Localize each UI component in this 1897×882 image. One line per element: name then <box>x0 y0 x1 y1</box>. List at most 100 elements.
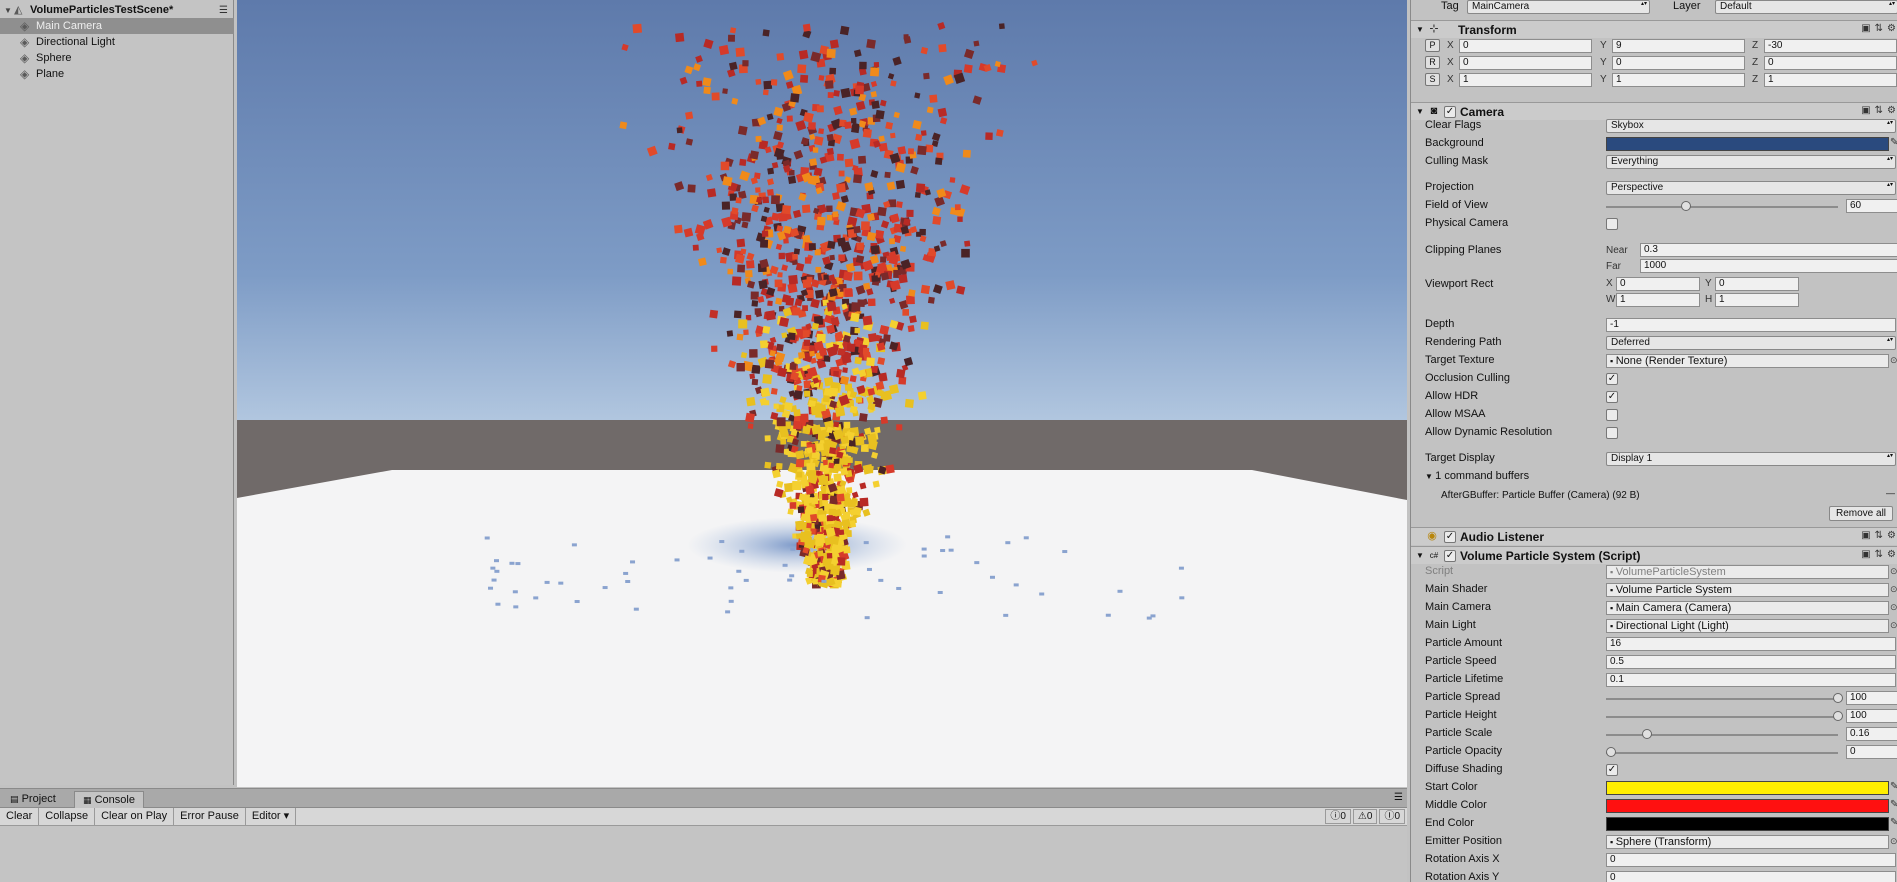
clear-on-play-button[interactable]: Clear on Play <box>95 808 175 825</box>
background-color-swatch[interactable] <box>1606 137 1889 151</box>
transform-x-field[interactable]: 0 <box>1459 56 1592 70</box>
main-shader-object-field[interactable]: ▪ Volume Particle System <box>1606 583 1889 597</box>
transform-header[interactable]: ▼ ⊹ Transform ▣ ⇅ ⚙ <box>1411 20 1897 38</box>
projection-dropdown[interactable]: Perspective <box>1606 181 1896 195</box>
height-slider-track[interactable] <box>1606 716 1838 718</box>
transform-y-field[interactable]: 0 <box>1612 56 1745 70</box>
foldout-icon[interactable]: ▼ <box>1425 472 1435 481</box>
main-camera-object-field[interactable]: ▪ Main Camera (Camera) <box>1606 601 1889 615</box>
help-icon[interactable]: ▣ <box>1861 23 1870 34</box>
rendering-path-dropdown[interactable]: Deferred <box>1606 336 1896 350</box>
scale-slider-knob[interactable] <box>1642 729 1653 739</box>
vps-header[interactable]: ▼ c# ✓ Volume Particle System (Script) ▣… <box>1411 546 1897 564</box>
main-light-object-field[interactable]: ▪ Directional Light (Light) <box>1606 619 1889 633</box>
message-count-toggle[interactable]: ⓘ0 <box>1325 809 1351 824</box>
depth-field[interactable]: -1 <box>1606 318 1896 332</box>
transform-z-field[interactable]: 0 <box>1764 56 1897 70</box>
foldout-icon[interactable]: ▼ <box>1416 25 1424 34</box>
warning-count-toggle[interactable]: ⚠0 <box>1352 809 1378 824</box>
object-picker-icon[interactable]: ⊙ <box>1890 584 1897 595</box>
emitter-object-field[interactable]: ▪ Sphere (Transform) <box>1606 835 1889 849</box>
tab-console[interactable]: ▦ Console <box>74 791 144 808</box>
allow-dynamic-resolution-checkbox[interactable] <box>1606 427 1618 439</box>
gear-icon[interactable]: ⚙ <box>1887 549 1896 560</box>
gear-icon[interactable]: ⚙ <box>1887 23 1896 34</box>
scale-value-field[interactable]: 0.16 <box>1846 727 1897 741</box>
error-pause-button[interactable]: Error Pause <box>174 808 246 825</box>
eyedropper-icon[interactable]: ✎ <box>1890 817 1897 829</box>
rot-x-field[interactable]: 0 <box>1606 853 1896 867</box>
target-texture-object-field[interactable]: ▪ None (Render Texture) <box>1606 354 1889 368</box>
object-picker-icon[interactable]: ⊙ <box>1890 355 1897 366</box>
physical-camera-checkbox[interactable] <box>1606 218 1618 230</box>
tab-project[interactable]: ▤ Project <box>2 791 64 808</box>
clear-button[interactable]: Clear <box>0 808 40 825</box>
camera-header[interactable]: ▼ ◙ ✓ Camera ▣ ⇅ ⚙ <box>1411 102 1897 120</box>
middle-color-swatch[interactable] <box>1606 799 1889 813</box>
editor-dropdown[interactable]: Editor ▾ <box>246 808 297 825</box>
transform-z-field[interactable]: 1 <box>1764 73 1897 87</box>
menu-icon[interactable]: ☰ <box>219 5 228 16</box>
diffuse-checkbox[interactable]: ✓ <box>1606 764 1618 776</box>
far-field[interactable]: 1000 <box>1640 259 1897 273</box>
preset-icon[interactable]: ⇅ <box>1875 23 1883 34</box>
occlusion-culling-checkbox[interactable]: ✓ <box>1606 373 1618 385</box>
scene-root[interactable]: ▼ ◭ VolumeParticlesTestScene* ☰ <box>0 2 234 18</box>
field-of-view-slider-knob[interactable] <box>1680 201 1691 211</box>
near-field[interactable]: 0.3 <box>1640 243 1897 257</box>
hierarchy-item[interactable]: ◈ Main Camera <box>0 18 234 34</box>
end-color-swatch[interactable] <box>1606 817 1889 831</box>
transform-x-field[interactable]: 1 <box>1459 73 1592 87</box>
height-value-field[interactable]: 100 <box>1846 709 1897 723</box>
amount-field[interactable]: 16 <box>1606 637 1896 651</box>
eyedropper-icon[interactable]: ✎ <box>1890 781 1897 793</box>
preset-icon[interactable]: ⇅ <box>1875 530 1883 541</box>
command-buffers-foldout[interactable]: ▼ 1 command buffers <box>1425 470 1529 482</box>
camera-enabled-checkbox[interactable]: ✓ <box>1444 106 1456 118</box>
eyedropper-icon[interactable]: ✎ <box>1890 799 1897 811</box>
gear-icon[interactable]: ⚙ <box>1887 105 1896 116</box>
viewport-h-field[interactable]: 1 <box>1715 293 1799 307</box>
allow-hdr-checkbox[interactable]: ✓ <box>1606 391 1618 403</box>
transform-y-field[interactable]: 9 <box>1612 39 1745 53</box>
transform-reset-button[interactable]: S <box>1425 73 1440 86</box>
clear-flags-dropdown[interactable]: Skybox <box>1606 119 1896 133</box>
rot-y-field[interactable]: 0 <box>1606 871 1896 882</box>
eyedropper-icon[interactable]: ✎ <box>1890 137 1897 149</box>
transform-z-field[interactable]: -30 <box>1764 39 1897 53</box>
object-picker-icon[interactable]: ⊙ <box>1890 602 1897 613</box>
collapse-button[interactable]: Collapse <box>39 808 96 825</box>
opacity-slider-track[interactable] <box>1606 752 1838 754</box>
object-picker-icon[interactable]: ⊙ <box>1890 566 1897 577</box>
preset-icon[interactable]: ⇅ <box>1875 105 1883 116</box>
help-icon[interactable]: ▣ <box>1861 549 1870 560</box>
vps-enabled-checkbox[interactable]: ✓ <box>1444 550 1456 562</box>
audio-listener-header[interactable]: ◉ ✓ Audio Listener ▣ ⇅ ⚙ <box>1411 527 1897 545</box>
opacity-slider-knob[interactable] <box>1606 747 1616 757</box>
gear-icon[interactable]: ⚙ <box>1887 530 1896 541</box>
start-color-swatch[interactable] <box>1606 781 1889 795</box>
help-icon[interactable]: ▣ <box>1861 530 1870 541</box>
hierarchy-item[interactable]: ◈ Plane <box>0 66 234 82</box>
spread-slider-track[interactable] <box>1606 698 1838 700</box>
transform-reset-button[interactable]: R <box>1425 56 1440 69</box>
scale-slider-track[interactable] <box>1606 734 1838 736</box>
viewport-y-field[interactable]: 0 <box>1715 277 1799 291</box>
culling-mask-dropdown[interactable]: Everything <box>1606 155 1896 169</box>
viewport-x-field[interactable]: 0 <box>1616 277 1700 291</box>
script-object-field[interactable]: ▪ VolumeParticleSystem <box>1606 565 1889 579</box>
remove-buffer-icon[interactable]: — <box>1886 488 1895 498</box>
menu-icon[interactable]: ☰ <box>1394 792 1403 803</box>
hierarchy-item[interactable]: ◈ Directional Light <box>0 34 234 50</box>
spread-value-field[interactable]: 100 <box>1846 691 1897 705</box>
field-of-view-value-field[interactable]: 60 <box>1846 199 1897 213</box>
spread-slider-knob[interactable] <box>1833 693 1843 703</box>
object-picker-icon[interactable]: ⊙ <box>1890 836 1897 847</box>
hierarchy-item[interactable]: ◈ Sphere <box>0 50 234 66</box>
preset-icon[interactable]: ⇅ <box>1875 549 1883 560</box>
remove-all-button[interactable]: Remove all <box>1829 506 1894 521</box>
foldout-icon[interactable]: ▼ <box>1416 551 1424 560</box>
layer-dropdown[interactable]: Default <box>1715 0 1897 14</box>
expand-triangle-icon[interactable]: ▼ <box>4 6 14 15</box>
foldout-icon[interactable]: ▼ <box>1416 107 1424 116</box>
